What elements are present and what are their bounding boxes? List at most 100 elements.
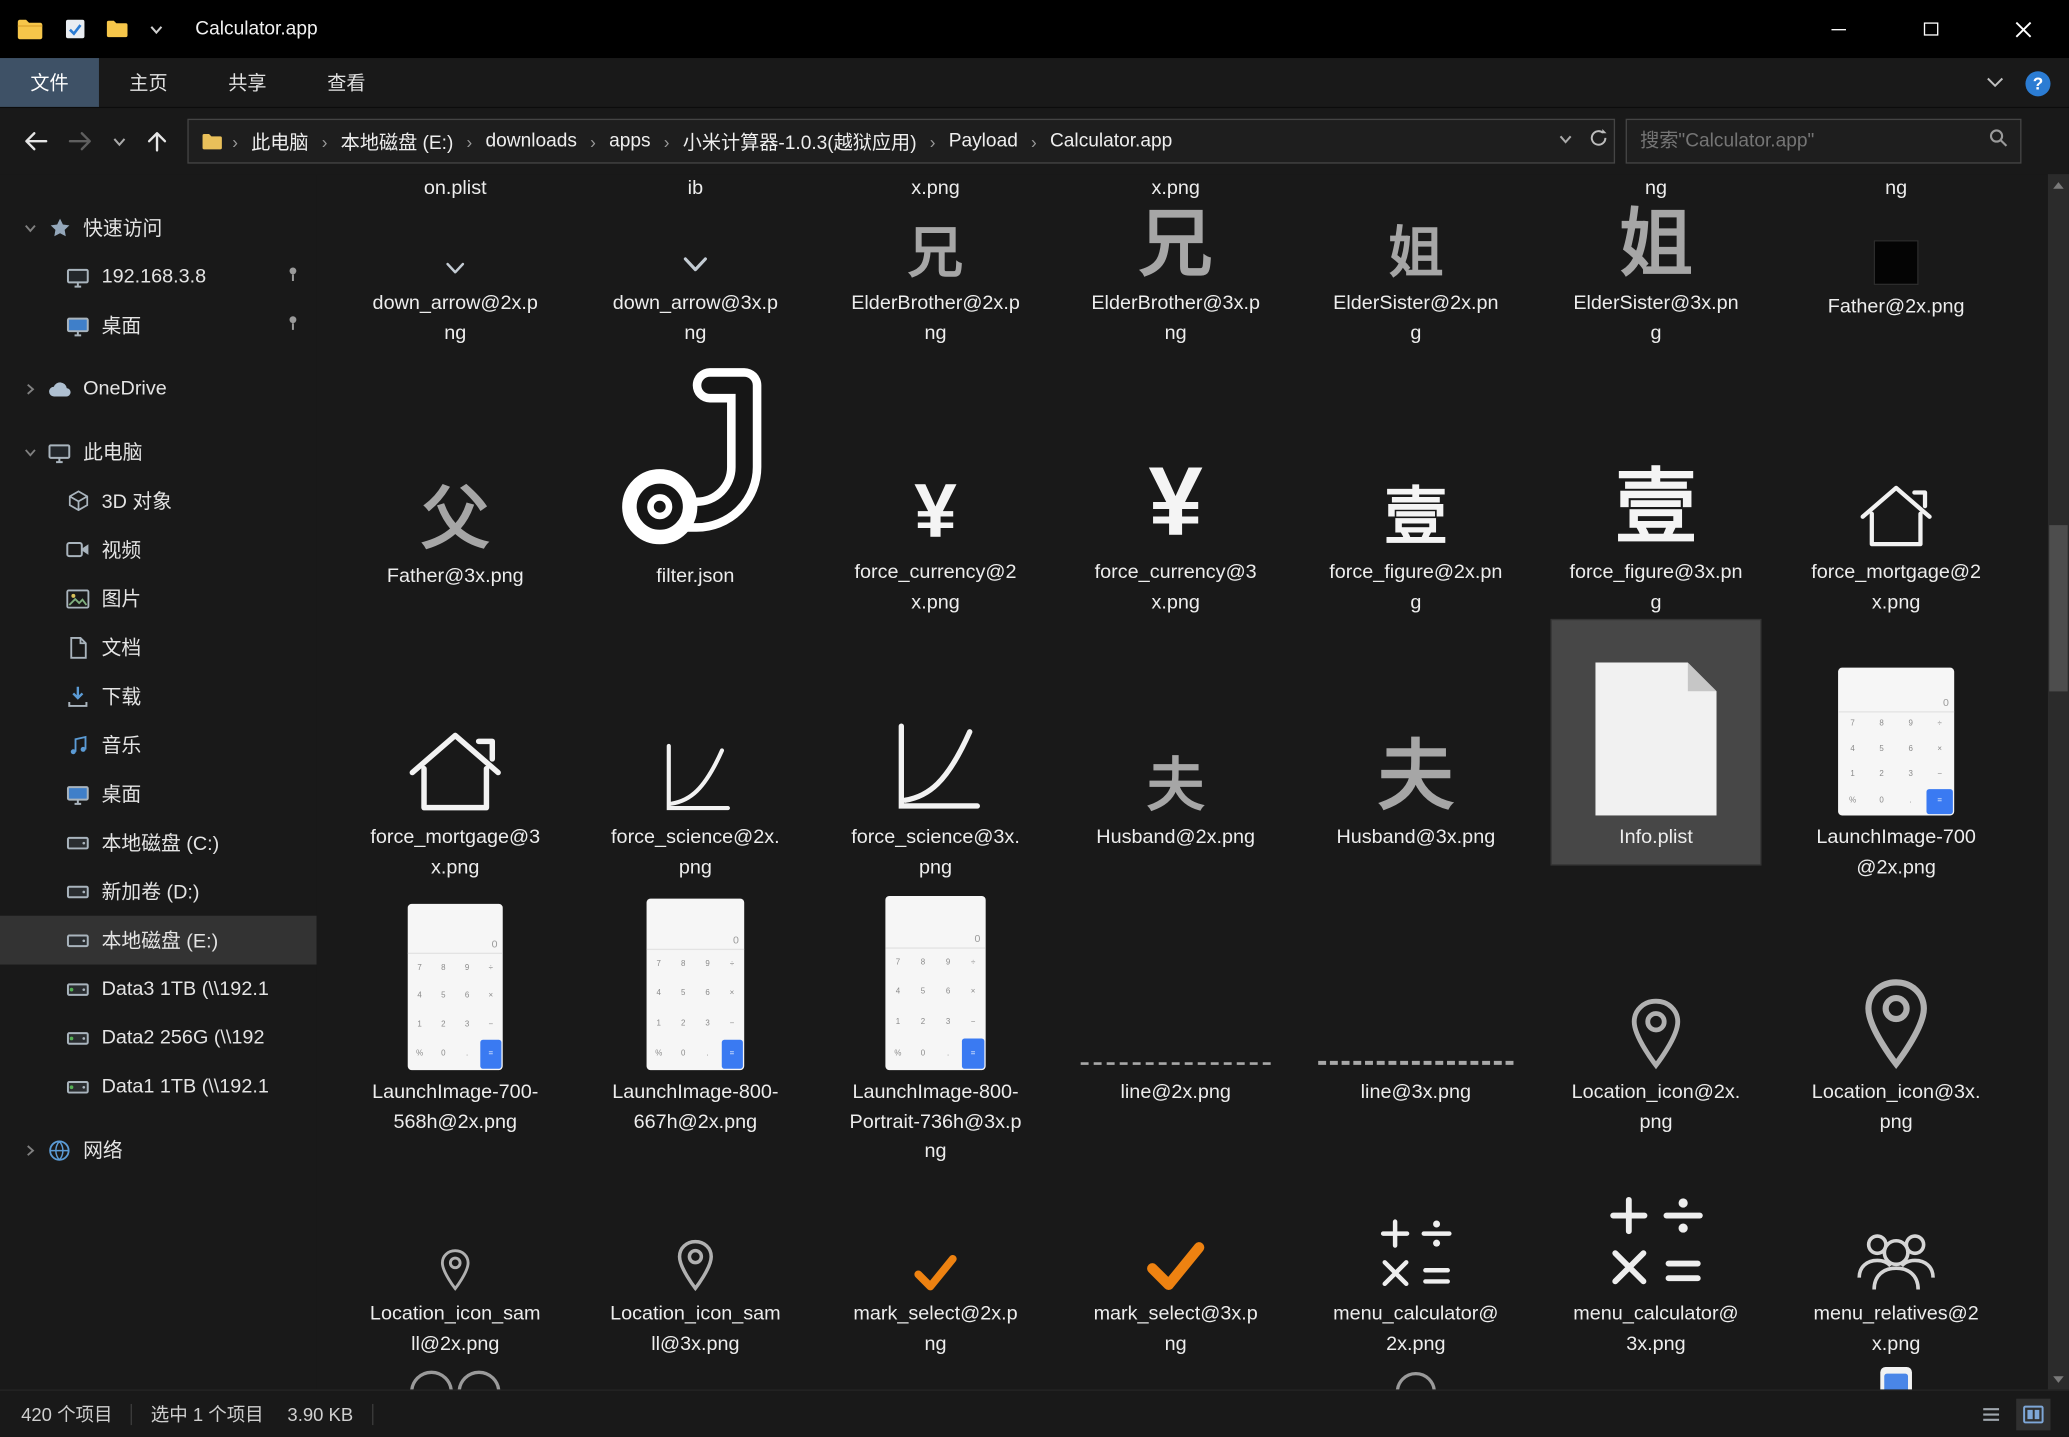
file-tile[interactable]: 兄ElderBrother@2x.png <box>815 206 1055 349</box>
sidebar-item-data2[interactable]: Data2 256G (\\192 <box>0 1013 317 1062</box>
file-tile[interactable]: 0789÷456×123−%0.=LaunchImage-800-Portrai… <box>815 883 1055 1186</box>
ribbon-tab-view[interactable]: 查看 <box>297 58 396 107</box>
breadcrumb-item[interactable]: Calculator.app <box>1038 131 1184 152</box>
sidebar-item-disk-c[interactable]: 本地磁盘 (C:) <box>0 818 317 867</box>
file-tile[interactable]: mark_select@3x.png <box>1056 1186 1296 1363</box>
breadcrumb-separator-icon[interactable]: › <box>928 131 936 151</box>
file-tile[interactable]: ¥force_currency@3x.png <box>1056 348 1296 617</box>
file-tile[interactable]: line@2x.png <box>1056 883 1296 1186</box>
sidebar-item-music[interactable]: 音乐 <box>0 720 317 769</box>
file-tile[interactable]: Location_icon_samll@2x.png <box>335 1186 575 1363</box>
file-tile[interactable]: 壹force_figure@2x.png <box>1296 348 1536 617</box>
file-tile[interactable]: 0789÷456×123−%0.=LaunchImage-700@2x.png <box>1776 618 2016 883</box>
file-tile[interactable]: 0789÷456×123−%0.=LaunchImage-800-667h@2x… <box>575 883 815 1186</box>
sidebar-item-disk-d[interactable]: 新加卷 (D:) <box>0 867 317 916</box>
breadcrumb-separator-icon[interactable]: › <box>1030 131 1038 151</box>
file-tile[interactable]: menu_calculator@3x.png <box>1536 1186 1776 1363</box>
sidebar-item-data3[interactable]: Data3 1TB (\\192.1 <box>0 965 317 1014</box>
sidebar-item-videos[interactable]: 视频 <box>0 525 317 574</box>
file-tile[interactable]: menu_calculator@2x.png <box>1296 1186 1536 1363</box>
qat-properties-button[interactable] <box>65 18 86 39</box>
file-tile[interactable]: 父Father@3x.png <box>335 348 575 617</box>
ribbon-tab-home[interactable]: 主页 <box>99 58 198 107</box>
sidebar-item-downloads[interactable]: 下载 <box>0 672 317 721</box>
file-tile[interactable]: force_science@2x.png <box>575 618 815 883</box>
sidebar-item-pictures[interactable]: 图片 <box>0 574 317 623</box>
back-button[interactable] <box>13 119 58 164</box>
file-tile[interactable]: 壹force_figure@3x.png <box>1536 348 1776 617</box>
file-tile[interactable]: Location_icon_samll@3x.png <box>575 1186 815 1363</box>
up-button[interactable] <box>135 119 180 164</box>
forward-button[interactable] <box>58 119 103 164</box>
file-tile[interactable]: 夫Husband@3x.png <box>1296 618 1536 883</box>
search-input[interactable] <box>1627 131 2020 152</box>
search-icon[interactable] <box>1989 128 2009 154</box>
expander-icon[interactable] <box>18 445 42 458</box>
ribbon-tab-share[interactable]: 共享 <box>198 58 297 107</box>
file-tile[interactable]: down_arrow@3x.png <box>575 206 815 349</box>
sidebar-item-remote-pc[interactable]: 192.168.3.8 <box>0 252 317 301</box>
sidebar-item-3d-objects[interactable]: 3D 对象 <box>0 476 317 525</box>
file-tile[interactable]: Location_icon@2x.png <box>1536 883 1776 1186</box>
file-tile[interactable]: 夫Husband@2x.png <box>1056 618 1296 883</box>
file-tile[interactable]: down_arrow@2x.png <box>335 206 575 349</box>
minimize-button[interactable] <box>1792 0 1884 58</box>
sidebar-item-network[interactable]: 网络 <box>0 1126 317 1175</box>
qat-newfolder-button[interactable] <box>106 18 130 39</box>
sidebar-item-data1[interactable]: Data1 1TB (\\192.1 <box>0 1062 317 1111</box>
scroll-down-icon[interactable] <box>2048 1368 2069 1389</box>
sidebar-item-desktop-pin[interactable]: 桌面 <box>0 301 317 350</box>
file-tile[interactable]: Location_icon@3x.png <box>1776 883 2016 1186</box>
address-dropdown-icon[interactable] <box>1558 129 1573 153</box>
maximize-button[interactable] <box>1884 0 1976 58</box>
file-tile[interactable]: mark_select@2x.png <box>815 1186 1055 1363</box>
file-tile[interactable]: 姐ElderSister@3x.png <box>1536 206 1776 349</box>
breadcrumb-item[interactable]: Payload <box>937 131 1030 152</box>
file-tile[interactable]: ¥force_currency@2x.png <box>815 348 1055 617</box>
breadcrumb-item[interactable]: downloads <box>474 131 589 152</box>
file-tile[interactable]: force_mortgage@2x.png <box>1776 348 2016 617</box>
partial-file-icon[interactable] <box>405 1366 505 1390</box>
file-tile[interactable]: 0789÷456×123−%0.=LaunchImage-700-568h@2x… <box>335 883 575 1186</box>
breadcrumb-separator-icon[interactable]: › <box>465 131 473 151</box>
ribbon-tab-file[interactable]: 文件 <box>0 58 99 107</box>
sidebar-item-disk-e[interactable]: 本地磁盘 (E:) <box>0 916 317 965</box>
partial-file-icon[interactable] <box>1879 1366 1913 1390</box>
vertical-scrollbar[interactable] <box>2048 174 2069 1389</box>
expander-icon[interactable] <box>18 1143 42 1156</box>
scrollbar-thumb[interactable] <box>2049 525 2067 691</box>
details-view-button[interactable] <box>1974 1398 2008 1430</box>
file-tile[interactable]: force_mortgage@3x.png <box>335 618 575 883</box>
sidebar-item-desktop-2[interactable]: 桌面 <box>0 769 317 818</box>
breadcrumb-separator-icon[interactable]: › <box>320 131 328 151</box>
file-tile[interactable]: menu_relatives@2x.png <box>1776 1186 2016 1363</box>
thumbnail-view-button[interactable] <box>2016 1398 2050 1430</box>
breadcrumb-item[interactable]: 本地磁盘 (E:) <box>329 127 465 155</box>
file-tile[interactable]: 姐ElderSister@2x.png <box>1296 206 1536 349</box>
file-tile[interactable]: filter.json <box>575 348 815 617</box>
breadcrumb-separator-icon[interactable]: › <box>589 131 597 151</box>
help-button[interactable]: ? <box>2025 71 2050 96</box>
file-tile[interactable]: 兄ElderBrother@3x.png <box>1056 206 1296 349</box>
sidebar-item-quick-access[interactable]: 快速访问 <box>0 203 317 252</box>
file-tile[interactable]: line@3x.png <box>1296 883 1536 1186</box>
sidebar-item-documents[interactable]: 文档 <box>0 623 317 672</box>
partial-file-icon[interactable] <box>1393 1366 1438 1390</box>
breadcrumb-item[interactable]: apps <box>597 131 662 152</box>
sidebar-item-onedrive[interactable]: OneDrive <box>0 364 317 413</box>
sidebar-item-this-pc[interactable]: 此电脑 <box>0 428 317 477</box>
file-tile[interactable]: force_science@3x.png <box>815 618 1055 883</box>
qat-dropdown-icon[interactable] <box>149 22 164 37</box>
file-tile[interactable]: Father@2x.png <box>1776 206 2016 349</box>
breadcrumb-separator-icon[interactable]: › <box>662 131 670 151</box>
close-button[interactable] <box>1977 0 2069 58</box>
recent-locations-icon[interactable] <box>103 119 135 164</box>
breadcrumb-item[interactable]: 此电脑 <box>239 127 320 155</box>
ribbon-expand-icon[interactable] <box>1986 71 2004 95</box>
expander-icon[interactable] <box>18 221 42 234</box>
scroll-up-icon[interactable] <box>2048 174 2069 195</box>
expander-icon[interactable] <box>18 382 42 395</box>
breadcrumb-item[interactable]: 小米计算器-1.0.3(越狱应用) <box>671 127 929 155</box>
refresh-icon[interactable] <box>1589 128 1609 154</box>
file-tile[interactable]: Info.plist <box>1536 618 1776 883</box>
